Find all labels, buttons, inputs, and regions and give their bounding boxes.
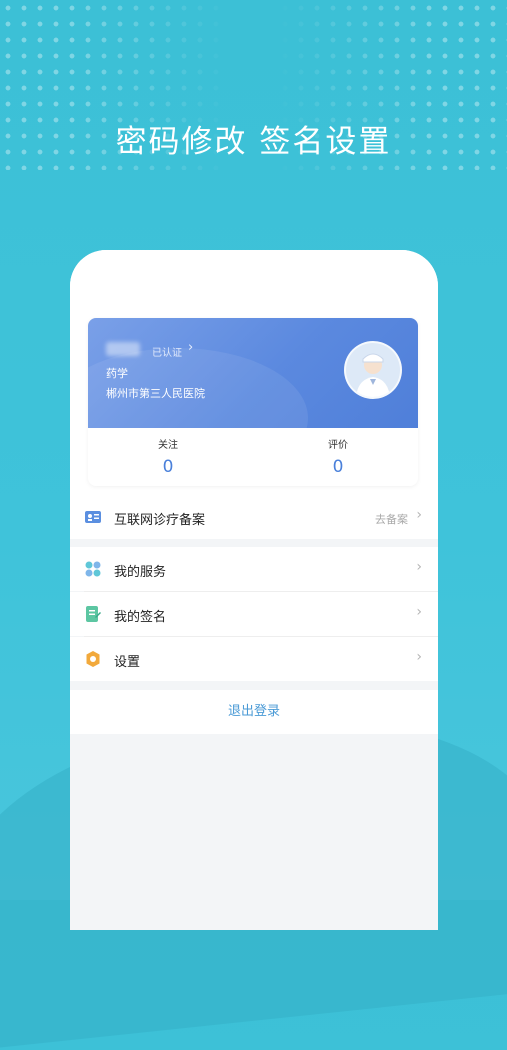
rating-stat-label: 评价	[328, 440, 348, 451]
logout-button[interactable]: 退出登录	[70, 690, 438, 734]
menu-item-settings[interactable]: 设置 ›	[70, 637, 438, 681]
services-icon	[85, 561, 101, 577]
profile-card-header: 已认证 › 药学 郴州市第三人民医院	[88, 318, 418, 486]
follow-stat-value: 0	[162, 457, 174, 477]
doctor-department: 药学	[106, 367, 128, 380]
menu-item-my-services[interactable]: 我的服务 ›	[70, 547, 438, 591]
chevron-right-icon: ›	[416, 604, 422, 620]
doctor-hospital: 郴州市第三人民医院	[106, 387, 205, 400]
rating-stat[interactable]: 评价 0	[278, 436, 398, 477]
rating-stat-value: 0	[332, 457, 344, 477]
menu-item-filing[interactable]: 互联网诊疗备案 去备案 ›	[70, 495, 438, 539]
chevron-right-icon: ›	[416, 559, 422, 575]
filing-action: 去备案	[375, 513, 408, 526]
gear-icon	[86, 651, 100, 667]
chevron-right-icon: ›	[416, 507, 422, 523]
follow-stat[interactable]: 关注 0	[108, 436, 228, 477]
menu-item-label: 设置	[114, 655, 141, 670]
verified-badge[interactable]: 已认证	[152, 344, 182, 359]
chevron-right-icon: ›	[416, 649, 422, 665]
signature-icon	[86, 606, 101, 622]
menu-item-label: 我的服务	[114, 565, 167, 580]
promo-headline: 密码修改 签名设置	[115, 124, 392, 160]
id-card-icon	[85, 511, 101, 523]
doctor-avatar[interactable]	[344, 341, 402, 399]
follow-stat-label: 关注	[158, 440, 178, 451]
menu-item-label: 我的签名	[114, 610, 167, 625]
phone-mockup: 已认证 › 药学 郴州市第三人民医院 关注 0 评价 0 互联网诊疗备案 去备案…	[70, 250, 438, 930]
chevron-right-icon: ›	[188, 340, 194, 355]
doctor-name-blurred	[106, 342, 140, 356]
menu-item-label: 互联网诊疗备案	[114, 513, 206, 528]
menu-item-my-signature[interactable]: 我的签名 ›	[70, 592, 438, 636]
doctor-profile-card[interactable]: 已认证 › 药学 郴州市第三人民医院 关注 0 评价 0	[88, 318, 418, 486]
